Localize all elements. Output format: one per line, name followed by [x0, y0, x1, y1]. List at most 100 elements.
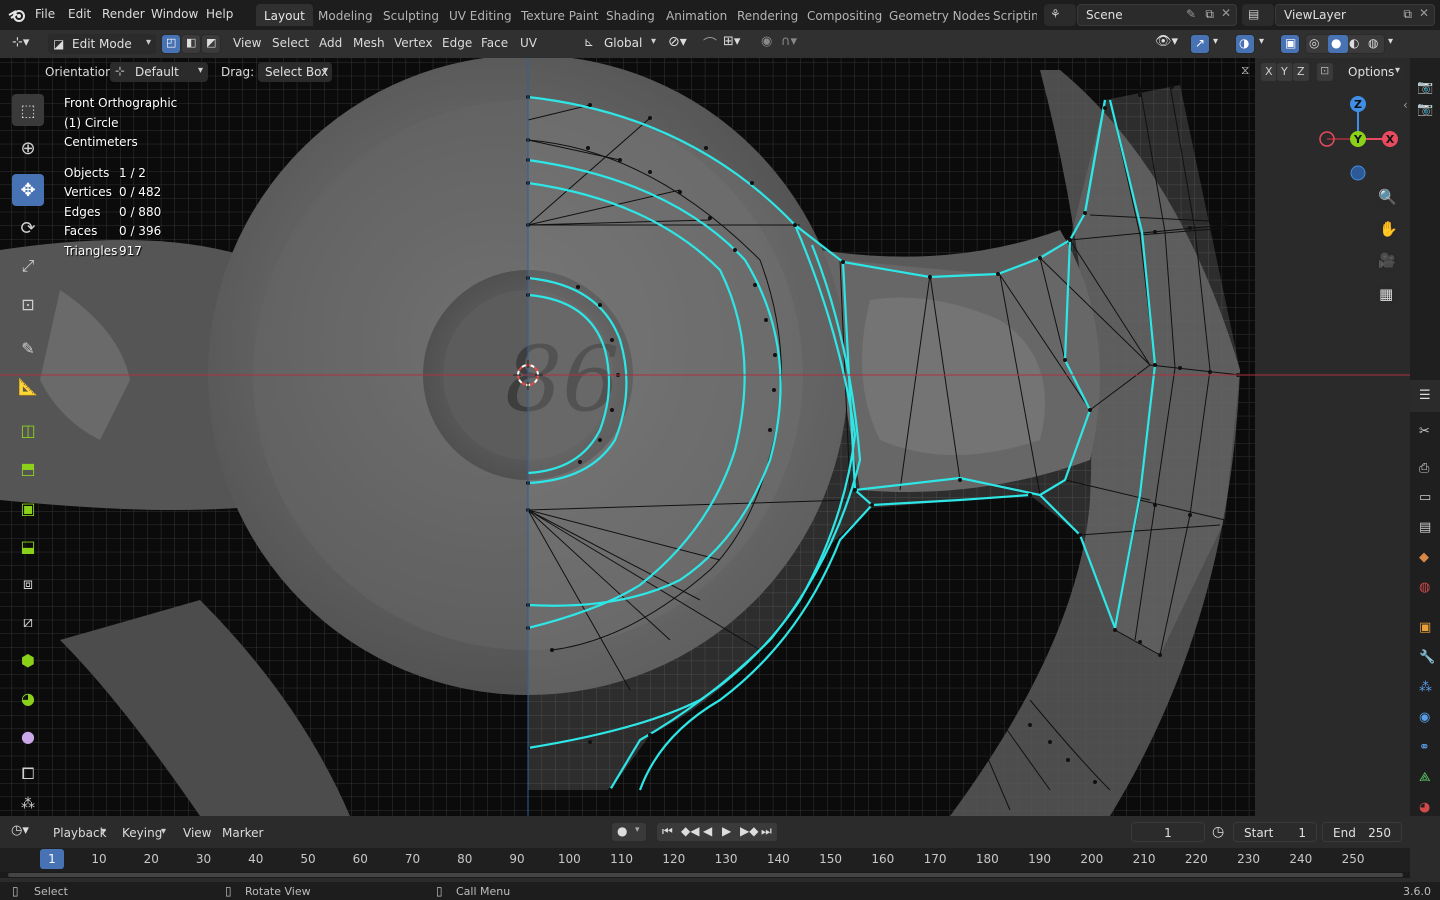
tab-animation[interactable]: Animation [658, 4, 735, 26]
scene-name-field[interactable]: Scene ✎ ⧉ ✕ [1077, 4, 1237, 26]
jump-end-icon[interactable]: ⏭ [761, 824, 772, 839]
use-preview-range-icon[interactable]: ◷ [1212, 824, 1224, 840]
modifier-properties-icon[interactable]: 🔧 [1419, 650, 1435, 665]
particles-properties-icon[interactable]: ⁂ [1419, 680, 1432, 695]
menu-render[interactable]: Render [102, 7, 145, 21]
gizmo-z-label[interactable]: Z [1354, 98, 1362, 111]
scene-properties-icon[interactable]: ◆ [1419, 550, 1429, 565]
camera-view-icon[interactable]: 🎥 [1378, 253, 1395, 269]
output-properties-icon[interactable]: ▭ [1419, 490, 1431, 505]
menu-add[interactable]: Add [319, 36, 342, 50]
constraints-properties-icon[interactable]: ⚭ [1419, 740, 1430, 755]
vertex-select-mode-button[interactable]: ◰ [161, 34, 181, 54]
menu-window[interactable]: Window [151, 7, 198, 21]
menu-mesh[interactable]: Mesh [353, 36, 385, 50]
spin-tool[interactable]: ◕ [12, 682, 44, 714]
rendered-shading-icon[interactable]: ◍ [1368, 36, 1378, 50]
transform-orientation-dropdown[interactable]: ⊾ Global ▾ [580, 34, 660, 54]
render-properties-icon[interactable]: ⎙ [1419, 461, 1429, 476]
toggle-ortho-grid-icon[interactable]: ▦ [1379, 285, 1393, 303]
transform-tool[interactable]: ⊡ [12, 288, 44, 320]
render-preview-icon[interactable]: 📷 [1417, 80, 1433, 95]
move-tool[interactable]: ✥ [12, 174, 44, 206]
scene-selector-button[interactable]: ⚘ [1044, 4, 1076, 26]
proportional-edit-icon[interactable]: ◉ [761, 34, 772, 49]
falloff-curve-icon[interactable]: ∩▾ [781, 34, 797, 49]
inset-tool[interactable]: ▣ [12, 492, 44, 524]
jump-keyframe-back-icon[interactable]: ◆◀ [681, 824, 699, 838]
tab-geometry-nodes[interactable]: Geometry Nodes [881, 4, 998, 26]
chevron-down-icon[interactable]: ▾ [1213, 36, 1218, 47]
pin-icon[interactable]: ✎ [1186, 7, 1196, 21]
3d-viewport[interactable]: 86 Z X Y Orientation: ⊹ Default ▾ Drag: … [0, 58, 1410, 816]
drag-dropdown[interactable]: Select Box ▾ [258, 62, 332, 82]
blender-logo-icon[interactable] [8, 7, 26, 23]
cursor-tool[interactable]: ⊕ [12, 132, 44, 164]
overlay-toggle-button[interactable]: ◑ [1235, 34, 1255, 54]
tab-scripting[interactable]: Scripting [985, 4, 1037, 26]
editor-type-button[interactable]: ⊹▾ [8, 34, 42, 54]
xray-toggle-button[interactable]: ▣ [1280, 34, 1300, 54]
new-scene-icon[interactable]: ⧉ [1205, 7, 1214, 22]
select-box-tool[interactable]: ⬚ [12, 94, 44, 126]
zoom-icon[interactable]: 🔍 [1378, 188, 1397, 206]
viewlayer-name-field[interactable]: ViewLayer ⧉ ✕ [1275, 4, 1435, 26]
viewlayer-selector-button[interactable]: ▤ [1242, 4, 1274, 26]
timeline-editor-type-button[interactable]: ◷▾ [8, 822, 40, 842]
camera-icon[interactable]: 📷 [1417, 102, 1433, 117]
delete-scene-icon[interactable]: ✕ [1221, 6, 1231, 20]
mirror-z-button[interactable]: Z [1292, 62, 1310, 82]
tab-rendering[interactable]: Rendering [729, 4, 806, 26]
orientation-dropdown[interactable]: ⊹ Default ▾ [110, 62, 208, 82]
menu-edge[interactable]: Edge [442, 36, 472, 50]
menu-select[interactable]: Select [272, 36, 309, 50]
options-dropdown[interactable]: Options ▾ [1340, 62, 1404, 82]
data-properties-icon[interactable]: ⟁ [1419, 770, 1431, 785]
wireframe-shading-icon[interactable]: ◎ [1309, 36, 1319, 50]
new-viewlayer-icon[interactable]: ⧉ [1403, 7, 1412, 22]
smooth-tool[interactable]: ● [12, 720, 44, 752]
poly-build-tool[interactable]: ⬢ [12, 644, 44, 676]
menu-view[interactable]: View [233, 36, 261, 50]
scrollbar-thumb[interactable] [8, 873, 1403, 877]
edge-slide-tool[interactable]: ⧠ [12, 758, 44, 790]
visibility-icon[interactable]: 👁▾ [1155, 34, 1178, 49]
play-icon[interactable]: ▶ [722, 824, 731, 838]
bevel-tool[interactable]: ⬓ [12, 530, 44, 562]
menu-uv[interactable]: UV [520, 36, 537, 50]
jump-start-icon[interactable]: ⏮ [662, 824, 673, 839]
snap-target-icon[interactable]: ⊞▾ [723, 34, 740, 49]
menu-vertex[interactable]: Vertex [394, 36, 433, 50]
menu-file[interactable]: File [35, 7, 55, 21]
view-layer-properties-icon[interactable]: ▤ [1419, 520, 1431, 535]
menu-edit[interactable]: Edit [68, 7, 91, 21]
extrude-tool[interactable]: ⬒ [12, 452, 44, 484]
properties-toggle-icon[interactable]: ☰ [1419, 388, 1431, 403]
shrink-fatten-tool[interactable]: ⁂ [12, 792, 44, 816]
tab-texture-paint[interactable]: Texture Paint [513, 4, 606, 26]
solid-shading-icon[interactable]: ● [1328, 35, 1348, 53]
auto-keying-button[interactable]: ● ▾ [611, 822, 647, 842]
pan-hand-icon[interactable]: ✋ [1379, 220, 1398, 238]
material-properties-icon[interactable]: ◕ [1419, 800, 1430, 815]
physics-properties-icon[interactable]: ◉ [1419, 710, 1430, 725]
chevron-left-icon[interactable]: ‹ [1403, 98, 1408, 112]
auto-merge-button[interactable]: ⊡ [1316, 62, 1334, 82]
mode-dropdown[interactable]: ◪ Edit Mode ▾ [48, 34, 156, 54]
edge-select-mode-button[interactable]: ◧ [181, 34, 201, 54]
snap-toggle-icon[interactable]: ⌒ [703, 34, 717, 54]
material-shading-icon[interactable]: ◐ [1349, 36, 1359, 50]
gizmo-y-label[interactable]: Y [1353, 133, 1363, 146]
chevron-down-icon[interactable]: ▾ [1388, 36, 1393, 47]
scale-tool[interactable]: ⤢ [12, 250, 44, 282]
add-cube-tool[interactable]: ◫ [12, 414, 44, 446]
tab-layout[interactable]: Layout [256, 4, 313, 26]
annotate-tool[interactable]: ✎ [12, 332, 44, 364]
gizmo-x-label[interactable]: X [1386, 133, 1395, 146]
menu-face[interactable]: Face [481, 36, 508, 50]
tab-compositing[interactable]: Compositing [799, 4, 890, 26]
menu-marker[interactable]: Marker [222, 826, 263, 840]
measure-tool[interactable]: 📐 [12, 370, 44, 402]
face-select-mode-button[interactable]: ◩ [201, 34, 221, 54]
timeline-scrollbar[interactable] [0, 872, 1410, 878]
